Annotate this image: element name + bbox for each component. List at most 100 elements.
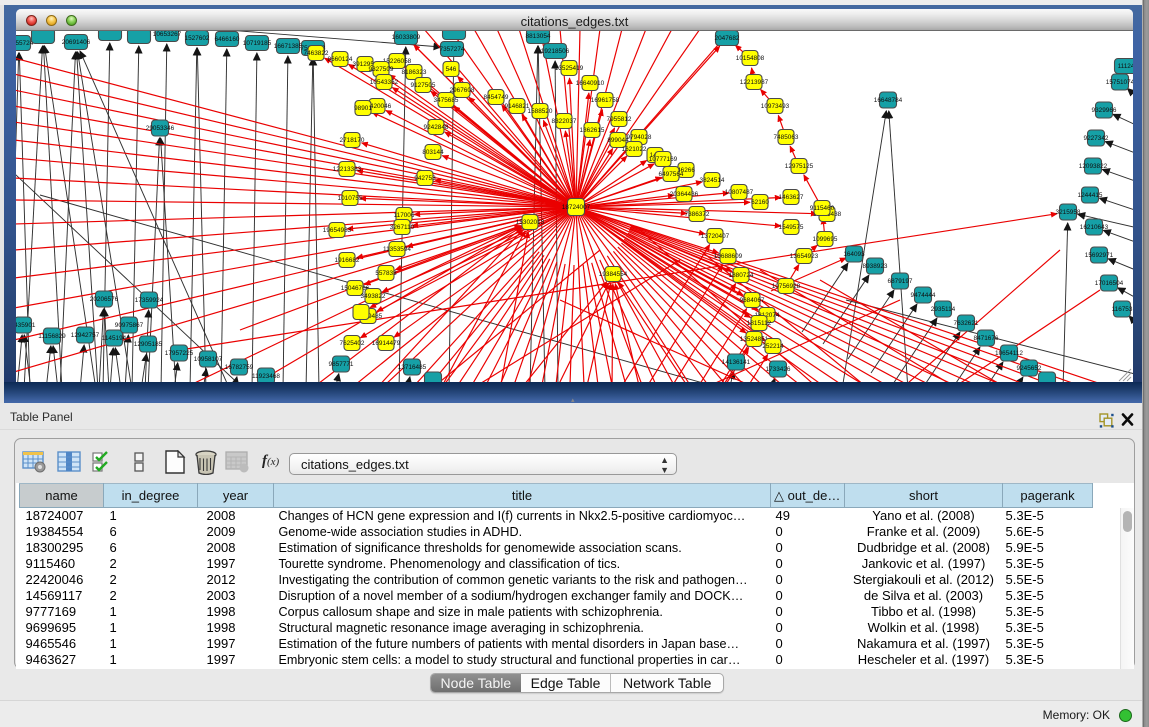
svg-text:10807487: 10807487 xyxy=(725,189,754,196)
svg-text:16210643: 16210643 xyxy=(1080,224,1109,231)
svg-text:10543362: 10543362 xyxy=(370,79,399,86)
svg-text:13716485: 13716485 xyxy=(398,364,427,371)
svg-text:20206576: 20206576 xyxy=(90,296,119,303)
svg-text:9857771: 9857771 xyxy=(329,361,354,368)
svg-text:10777169: 10777169 xyxy=(649,156,678,163)
svg-text:7485063: 7485063 xyxy=(774,134,799,141)
svg-text:62160: 62160 xyxy=(751,199,769,206)
svg-text:15751074: 15751074 xyxy=(1106,79,1133,86)
svg-text:16648784: 16648784 xyxy=(874,97,903,104)
svg-text:9794028: 9794028 xyxy=(627,134,652,141)
svg-text:14055724: 14055724 xyxy=(16,40,34,47)
svg-text:1463627: 1463627 xyxy=(779,194,804,201)
svg-text:1362615: 1362615 xyxy=(580,127,605,134)
svg-text:6466160: 6466160 xyxy=(215,36,240,43)
svg-text:14136141: 14136141 xyxy=(722,359,751,366)
svg-text:164093: 164093 xyxy=(843,251,865,258)
svg-text:9474444: 9474444 xyxy=(911,292,936,299)
svg-text:17016504: 17016504 xyxy=(1095,280,1124,287)
svg-text:12942757: 12942757 xyxy=(71,332,100,339)
svg-text:9684067: 9684067 xyxy=(740,297,765,304)
svg-text:10653267: 10653267 xyxy=(153,31,182,38)
svg-text:8454749: 8454749 xyxy=(484,94,509,101)
svg-text:10958107: 10958107 xyxy=(194,356,223,363)
svg-text:13654923: 13654923 xyxy=(790,253,819,260)
svg-text:8660124: 8660124 xyxy=(328,56,353,63)
svg-text:1527602: 1527602 xyxy=(185,35,210,42)
svg-text:12905185: 12905185 xyxy=(134,341,163,348)
svg-text:9127505: 9127505 xyxy=(411,82,436,89)
svg-text:7386372: 7386372 xyxy=(685,211,710,218)
svg-text:7632621: 7632621 xyxy=(954,320,979,327)
svg-text:1099695: 1099695 xyxy=(813,236,838,243)
svg-text:9227342: 9227342 xyxy=(1084,135,1109,142)
svg-text:13720407: 13720407 xyxy=(701,233,730,240)
svg-text:1549575: 1549575 xyxy=(779,224,804,231)
svg-text:803144: 803144 xyxy=(422,149,444,156)
svg-text:6497564: 6497564 xyxy=(659,171,684,178)
svg-text:19654983: 19654983 xyxy=(323,227,352,234)
svg-text:15692971: 15692971 xyxy=(1085,252,1114,259)
svg-text:252214: 252214 xyxy=(762,343,784,350)
svg-text:20364436: 20364436 xyxy=(670,191,699,198)
svg-text:1010755: 1010755 xyxy=(338,195,363,202)
svg-text:20691406: 20691406 xyxy=(62,39,91,46)
svg-text:12213987: 12213987 xyxy=(740,79,769,86)
svg-text:10688609: 10688609 xyxy=(714,253,743,260)
svg-text:3267110: 3267110 xyxy=(390,224,415,231)
svg-text:3493822: 3493822 xyxy=(361,293,386,300)
svg-text:8322037: 8322037 xyxy=(552,118,577,125)
svg-text:12213383: 12213383 xyxy=(333,166,362,173)
svg-text:1588520: 1588520 xyxy=(528,108,553,115)
svg-text:1815112: 1815112 xyxy=(747,320,772,327)
svg-text:3475685: 3475685 xyxy=(434,97,459,104)
svg-text:16671385: 16671385 xyxy=(274,43,303,50)
svg-text:9327509: 9327509 xyxy=(369,66,394,73)
svg-text:15302013: 15302013 xyxy=(516,219,545,226)
svg-text:7955812: 7955812 xyxy=(607,116,632,123)
svg-text:10154808: 10154808 xyxy=(736,55,765,62)
svg-text:19384554: 19384554 xyxy=(599,271,628,278)
svg-text:16640910: 16640910 xyxy=(576,80,605,87)
svg-text:19218506: 19218506 xyxy=(541,48,570,55)
svg-text:90975867: 90975867 xyxy=(115,322,144,329)
svg-text:11124: 11124 xyxy=(1118,63,1133,70)
svg-text:1244415: 1244415 xyxy=(1078,192,1103,199)
svg-text:8813054: 8813054 xyxy=(526,33,551,40)
svg-text:2935114: 2935114 xyxy=(931,306,956,313)
svg-text:10719185: 10719185 xyxy=(243,40,272,47)
svg-text:16033809: 16033809 xyxy=(392,34,421,41)
svg-text:2047682: 2047682 xyxy=(715,35,740,42)
svg-text:1621022: 1621022 xyxy=(622,146,647,153)
svg-text:18724007: 18724007 xyxy=(562,204,591,211)
svg-text:1880724: 1880724 xyxy=(729,272,754,279)
svg-text:1145194: 1145194 xyxy=(102,335,127,342)
svg-text:17957225: 17957225 xyxy=(165,350,194,357)
svg-text:11156829: 11156829 xyxy=(38,333,66,340)
svg-text:17359924: 17359924 xyxy=(135,297,164,304)
svg-text:8186323: 8186323 xyxy=(402,69,427,76)
svg-text:8471676: 8471676 xyxy=(974,335,999,342)
svg-text:13525419: 13525419 xyxy=(555,65,584,72)
svg-text:16782759: 16782759 xyxy=(225,364,254,371)
svg-text:13524851: 13524851 xyxy=(740,336,769,343)
svg-text:3215958: 3215958 xyxy=(1056,209,1081,216)
svg-text:10756928: 10756928 xyxy=(772,283,801,290)
svg-text:8938923: 8938923 xyxy=(863,263,888,270)
svg-text:9146821: 9146821 xyxy=(505,103,530,110)
svg-text:557833: 557833 xyxy=(375,270,397,277)
svg-text:7463822: 7463822 xyxy=(304,50,329,57)
svg-text:11353594: 11353594 xyxy=(383,246,411,253)
svg-text:9115460: 9115460 xyxy=(810,205,835,212)
svg-text:10654112: 10654112 xyxy=(995,350,1023,357)
svg-text:942753: 942753 xyxy=(414,175,436,182)
svg-text:6879197: 6879197 xyxy=(888,278,913,285)
svg-text:2718170: 2718170 xyxy=(340,137,365,144)
svg-text:10973493: 10973493 xyxy=(761,103,790,110)
svg-text:16914479: 16914479 xyxy=(372,340,401,347)
svg-text:98901: 98901 xyxy=(354,105,372,112)
svg-text:9242848: 9242848 xyxy=(424,124,449,131)
svg-text:117006: 117006 xyxy=(394,212,415,219)
svg-text:1733426: 1733426 xyxy=(766,366,791,373)
svg-text:12975125: 12975125 xyxy=(785,163,814,170)
